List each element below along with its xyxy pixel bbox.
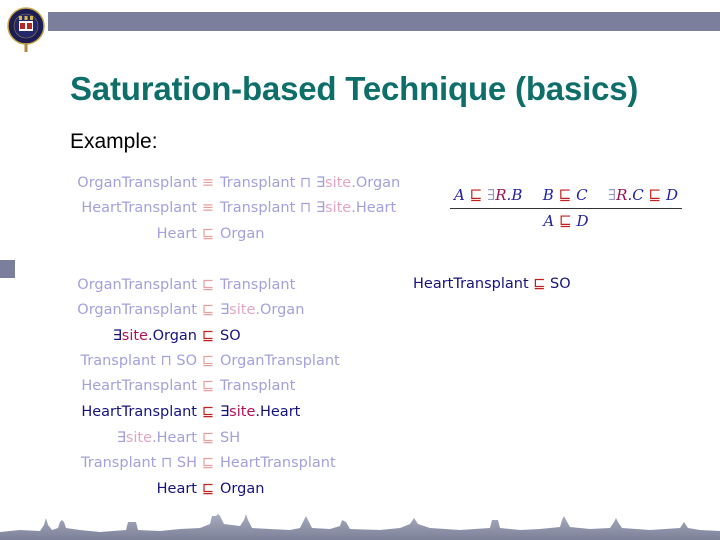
header-accent-bar [48,12,720,31]
rule-premises: A ⊑ ∃R.B B ⊑ C ∃R.C ⊑ D [450,186,682,204]
premise-3: ∃R.C ⊑ D [608,186,678,204]
axiom-rhs: HeartTransplant [220,455,336,471]
axiom-lhs: HeartTransplant [81,404,197,420]
axiom-lhs: OrganTransplant [77,175,197,191]
derived-axiom: HeartTransplant ⊑ SO [413,276,571,292]
example-label: Example: [70,130,158,153]
axiom-lhs: HeartTransplant [81,200,197,216]
axiom-rhs: ∃site.Heart [220,404,301,420]
normalized-axiom: Heart ⊑ Organ [0,480,720,498]
normalized-axiom: ∃site.Heart ⊑ SH [0,429,720,447]
derived-rhs: SO [550,276,571,292]
subsumption-symbol: ⊑ [201,328,215,344]
rule-conclusion: A ⊑ D [543,212,589,230]
subsumption-symbol: ⊑ [201,378,215,394]
axiom-lhs: OrganTransplant [77,277,197,293]
derived-lhs: HeartTransplant [413,276,529,292]
rule-divider-line [450,208,682,209]
premise-1: A ⊑ ∃R.B [454,186,523,204]
subsumption-symbol: ⊑ [201,404,215,420]
university-crest-icon [7,7,45,52]
city-skyline-footer [0,514,720,540]
axiom-lhs: HeartTransplant [81,378,197,394]
normalized-axiom: OrganTransplant ⊑ ∃site.Organ [0,301,720,319]
axiom-rhs: Organ [220,481,265,497]
slide-title: Saturation-based Technique (basics) [70,70,639,107]
axiom-rhs: ∃site.Organ [220,302,305,318]
equivalence-symbol: ≡ [201,175,215,191]
normalized-axiom: Transplant ⊓ SO ⊑ OrganTransplant [0,352,720,370]
axiom-rhs: SO [220,328,241,344]
inference-rule: A ⊑ ∃R.B B ⊑ C ∃R.C ⊑ D A ⊑ D [450,186,682,230]
subsumption-symbol: ⊑ [533,276,546,292]
axiom-rhs: OrganTransplant [220,353,340,369]
normalized-axiom: ∃site.Organ ⊑ SO [0,327,720,345]
normalized-axiom: OrganTransplant ⊑ Transplant [0,276,720,294]
subsumption-symbol: ⊑ [201,226,215,242]
subsumption-symbol: ⊑ [201,353,215,369]
axiom-rhs: SH [220,430,241,446]
equivalence-symbol: ≡ [201,200,215,216]
axiom-rhs: Organ [220,226,265,242]
premise-2: B ⊑ C [542,186,588,204]
axiom-rhs: Transplant [220,277,296,293]
normalized-axiom: HeartTransplant ⊑ Transplant [0,377,720,395]
axiom-lhs: Transplant ⊓ SH [81,455,197,471]
axiom-rhs: Transplant ⊓ ∃site.Organ [220,175,401,191]
subsumption-symbol: ⊑ [201,481,215,497]
subsumption-symbol: ⊑ [201,430,215,446]
subsumption-symbol: ⊑ [201,277,215,293]
axiom-lhs: Transplant ⊓ SO [80,353,197,369]
subsumption-symbol: ⊑ [201,302,215,318]
axiom-lhs: ∃site.Heart [116,430,197,446]
axiom-lhs: ∃site.Organ [112,328,197,344]
normalized-axiom: Transplant ⊓ SH ⊑ HeartTransplant [0,454,720,472]
axiom-lhs: Heart [156,481,197,497]
subsumption-symbol: ⊑ [201,455,215,471]
normalized-axiom: HeartTransplant ⊑ ∃site.Heart [0,403,720,421]
axiom-lhs: Heart [156,226,197,242]
axiom-lhs: OrganTransplant [77,302,197,318]
axiom-rhs: Transplant ⊓ ∃site.Heart [220,200,397,216]
axiom-rhs: Transplant [220,378,296,394]
